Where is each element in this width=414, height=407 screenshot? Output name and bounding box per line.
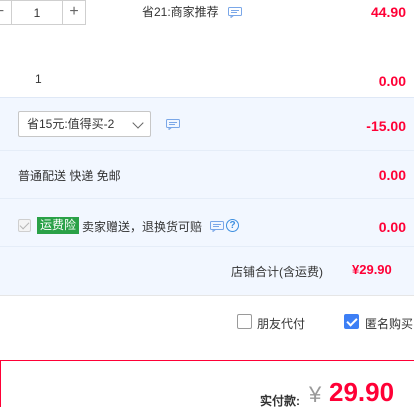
pay-label: 实付款: <box>260 394 300 407</box>
friend-pay-label[interactable]: 朋友代付 <box>257 315 305 332</box>
message-icon[interactable] <box>228 7 242 18</box>
message-icon[interactable] <box>210 221 224 232</box>
divider <box>0 246 414 247</box>
sub-item-quantity: 1 <box>35 72 42 86</box>
insurance-price: 0.00 <box>378 219 406 235</box>
quantity-input[interactable]: 1 <box>12 0 62 25</box>
shop-total-label: 店铺合计(含运费) <box>231 265 323 279</box>
insurance-text: 卖家赠送，退换货可赔 <box>82 220 203 234</box>
insurance-checkbox <box>18 219 31 232</box>
sub-item-price: 0.00 <box>378 73 406 89</box>
shop-total-value: ¥29.90 <box>352 262 392 277</box>
help-icon[interactable]: ? <box>226 219 239 232</box>
insurance-badge: 运费险 <box>37 217 80 234</box>
increase-button[interactable]: + <box>62 0 86 25</box>
promo-text: 省21:商家推荐 <box>142 5 219 19</box>
chevron-down-icon <box>132 117 144 129</box>
anonymous-checkbox[interactable] <box>344 314 359 329</box>
shipping-method: 普通配送 快递 免邮 <box>18 169 121 183</box>
discount-select[interactable]: 省15元:值得买-2 <box>18 111 151 137</box>
anonymous-label[interactable]: 匿名购买 <box>365 315 413 332</box>
discount-select-value: 省15元:值得买-2 <box>27 117 115 131</box>
currency-symbol: ¥ <box>309 382 322 407</box>
friend-pay-checkbox[interactable] <box>237 314 252 329</box>
divider <box>0 150 414 151</box>
message-icon[interactable] <box>166 119 180 130</box>
divider <box>0 198 414 199</box>
item-price: 44.90 <box>370 4 406 20</box>
decrease-button[interactable]: − <box>0 0 12 25</box>
pay-amount: 29.90 <box>329 377 395 407</box>
discount-amount: -15.00 <box>366 118 406 134</box>
shipping-price: 0.00 <box>378 167 406 183</box>
quantity-stepper: − 1 + <box>0 0 87 25</box>
